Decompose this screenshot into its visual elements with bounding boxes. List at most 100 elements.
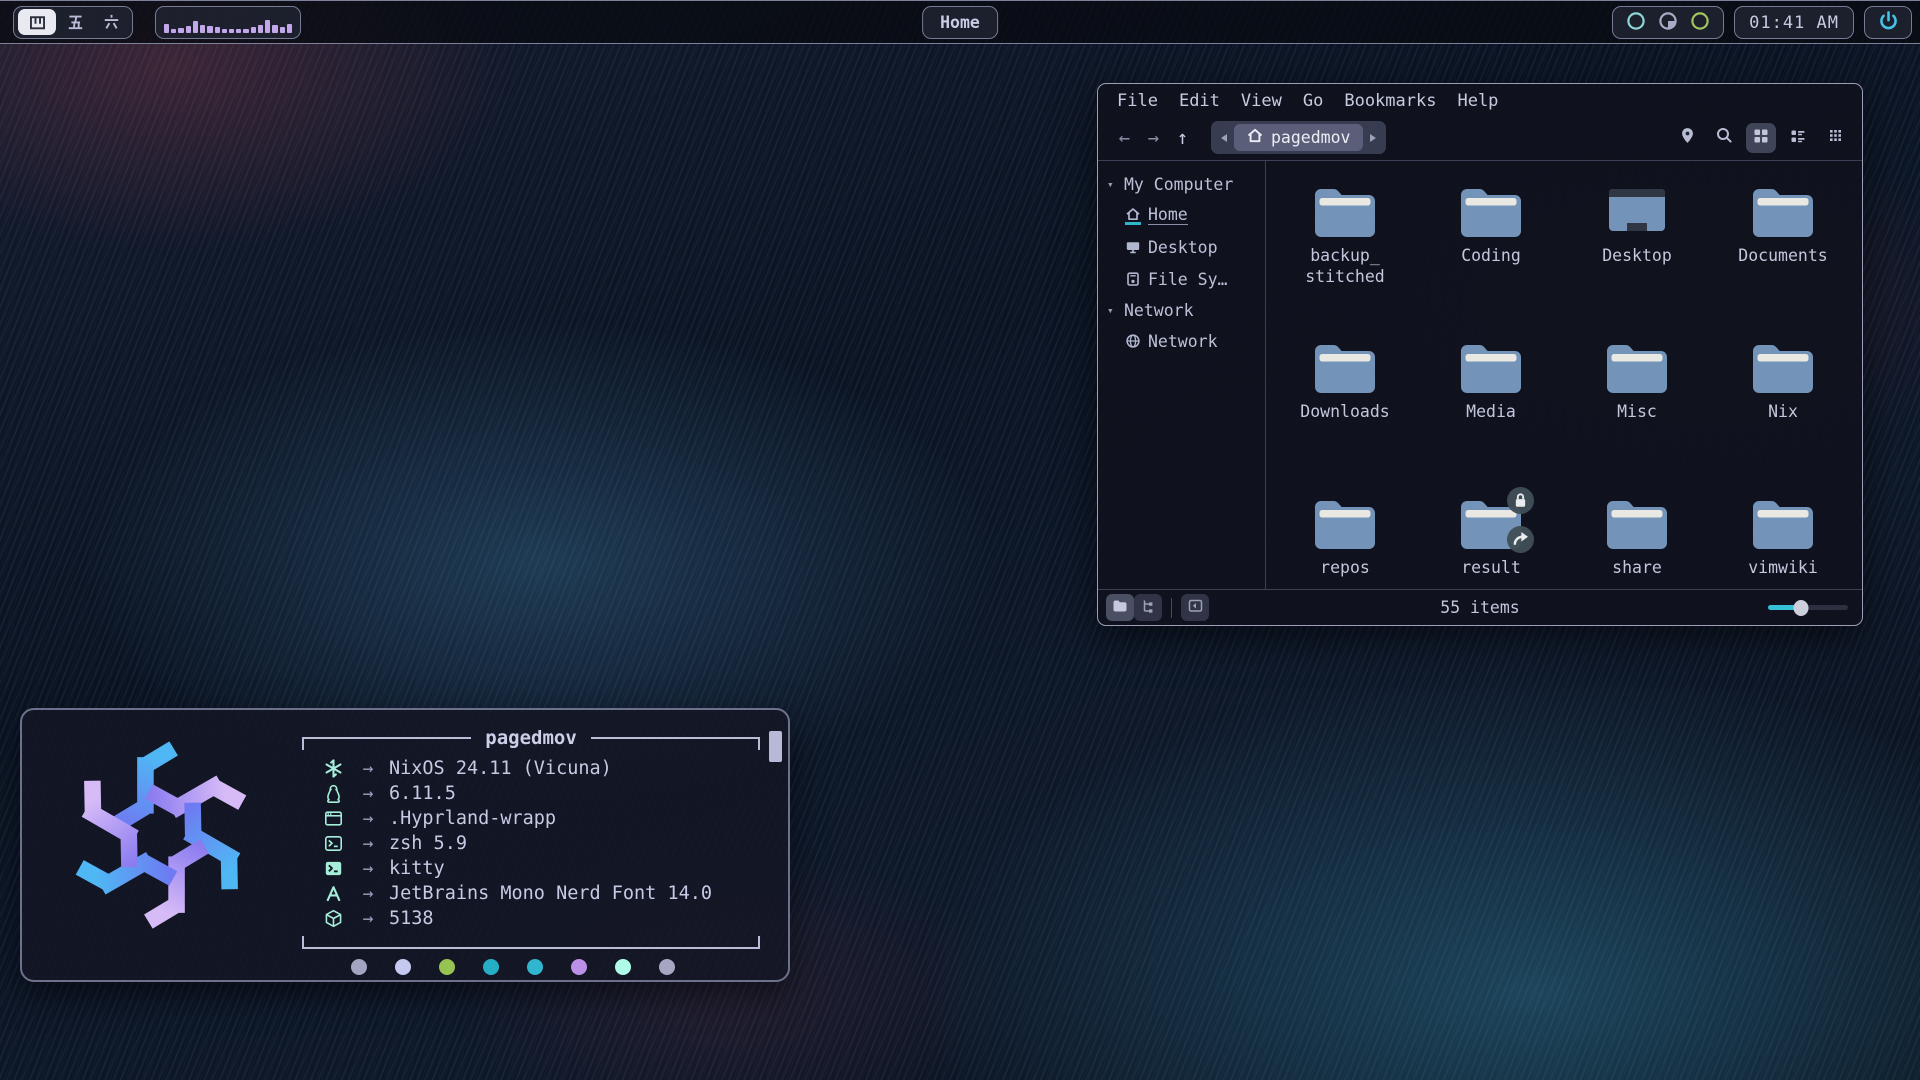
folder-icon <box>1457 183 1525 237</box>
palette-dot <box>439 959 455 975</box>
visualizer-bar <box>287 24 292 33</box>
top-bar: Home 01:41 AM <box>0 0 1920 44</box>
sidebar-item-home[interactable]: Home <box>1107 199 1265 231</box>
active-window-title-button[interactable]: Home <box>922 6 998 39</box>
fetch-hostname: pagedmov <box>471 727 591 749</box>
list-view-icon <box>1789 127 1807 149</box>
status-separator <box>1171 598 1172 618</box>
folder-label: backup_stitched <box>1305 245 1384 287</box>
folder-Downloads[interactable]: Downloads <box>1272 339 1418 495</box>
clock-time: 01:41 AM <box>1749 13 1839 33</box>
menu-go[interactable]: Go <box>1303 91 1323 112</box>
clock-widget[interactable]: 01:41 AM <box>1734 6 1854 39</box>
visualizer-bar <box>229 29 234 33</box>
power-button[interactable] <box>1864 6 1912 39</box>
chevron-down-icon: ▾ <box>1107 178 1117 191</box>
desktop-folder-icon <box>1603 183 1671 237</box>
pin-icon <box>1678 126 1697 149</box>
active-window-title: Home <box>940 13 980 32</box>
toggle-side-pane-button[interactable] <box>1181 594 1209 621</box>
fetch-row-wm: →.Hyprland-wrapp <box>320 806 760 831</box>
folder-Documents[interactable]: Documents <box>1710 183 1856 339</box>
menu-bookmarks[interactable]: Bookmarks <box>1344 91 1436 112</box>
terminal-icon <box>320 859 347 878</box>
compact-view-button[interactable] <box>1820 123 1850 153</box>
sidebar-item-desktop[interactable]: Desktop <box>1107 231 1265 263</box>
visualizer-bar <box>222 29 227 33</box>
visualizer-bar <box>171 29 176 33</box>
path-scroll-right-icon[interactable] <box>1363 124 1383 152</box>
folder-Nix[interactable]: Nix <box>1710 339 1856 495</box>
menu-file[interactable]: File <box>1117 91 1158 112</box>
visualizer-bar <box>178 28 183 33</box>
folder-Media[interactable]: Media <box>1418 339 1564 495</box>
arrow-icon: → <box>347 758 389 779</box>
location-pin-button[interactable] <box>1672 123 1702 153</box>
fetch-row-terminal: →kitty <box>320 856 760 881</box>
sidebar-section-network[interactable]: ▾Network <box>1107 295 1265 325</box>
arrow-icon: → <box>347 833 389 854</box>
status-circle-icon-3[interactable] <box>1690 11 1710 35</box>
sidebar-item-network[interactable]: Network <box>1107 325 1265 357</box>
menu-edit[interactable]: Edit <box>1179 91 1220 112</box>
folder-Desktop[interactable]: Desktop <box>1564 183 1710 339</box>
folder-icon <box>1603 495 1671 549</box>
path-scroll-left-icon[interactable] <box>1214 124 1234 152</box>
visualizer-bar <box>272 25 277 33</box>
status-circle-icon-1[interactable] <box>1626 11 1646 35</box>
fetch-row-nixos: →NixOS 24.11 (Vicuna) <box>320 756 760 781</box>
sidebar-item-label: Home <box>1148 205 1188 225</box>
folder-Misc[interactable]: Misc <box>1564 339 1710 495</box>
folder-icon <box>1311 183 1379 237</box>
workspace-button-inactive[interactable] <box>94 9 128 35</box>
palette-dot <box>351 959 367 975</box>
home-icon <box>1125 206 1141 225</box>
arrow-icon: → <box>347 908 389 929</box>
show-places-button[interactable] <box>1106 594 1134 621</box>
desktop-icon <box>1125 239 1141 255</box>
visualizer-bar <box>215 27 220 33</box>
fetch-value: zsh 5.9 <box>389 833 467 854</box>
up-button[interactable]: ↑ <box>1168 123 1197 153</box>
menu-view[interactable]: View <box>1241 91 1282 112</box>
search-icon <box>1715 126 1734 149</box>
detailed-list-view-button[interactable] <box>1783 123 1813 153</box>
status-indicators[interactable] <box>1612 6 1724 39</box>
folder-label: share <box>1612 557 1662 578</box>
search-button[interactable] <box>1709 123 1739 153</box>
zoom-slider-knob[interactable] <box>1793 600 1808 616</box>
arrow-icon: → <box>347 808 389 829</box>
palette-dot <box>395 959 411 975</box>
zoom-slider[interactable] <box>1768 605 1848 610</box>
grid-view-icon <box>1752 127 1770 149</box>
folder-icon <box>1749 495 1817 549</box>
sidebar-section-my-computer[interactable]: ▾My Computer <box>1107 169 1265 199</box>
fetch-title-row: pagedmov <box>302 725 760 751</box>
back-button[interactable]: ← <box>1110 123 1139 153</box>
folder-label: repos <box>1320 557 1370 578</box>
workspace-button-active[interactable] <box>18 9 56 35</box>
path-segment-home[interactable]: pagedmov <box>1234 124 1363 151</box>
sidebar-item-label: File Sy… <box>1148 270 1227 289</box>
filesystem-icon <box>1125 271 1141 287</box>
forward-button[interactable]: → <box>1139 123 1168 153</box>
wm-icon <box>320 809 347 828</box>
arrow-icon: → <box>347 783 389 804</box>
icon-view-button[interactable] <box>1746 123 1776 153</box>
places-folder-icon <box>1112 598 1128 617</box>
visualizer-bar <box>186 26 191 33</box>
folder-label: Documents <box>1738 245 1827 266</box>
fetch-row-shell: →zsh 5.9 <box>320 831 760 856</box>
folder-Coding[interactable]: Coding <box>1418 183 1564 339</box>
workspace-button-inactive[interactable] <box>58 9 92 35</box>
show-directory-tree-button[interactable] <box>1134 594 1162 621</box>
sidebar-item-filesy[interactable]: File Sy… <box>1107 263 1265 295</box>
fetch-value: JetBrains Mono Nerd Font 14.0 <box>389 883 712 904</box>
nixos-logo <box>54 728 268 942</box>
fetch-row-kernel: →6.11.5 <box>320 781 760 806</box>
folder-backup_stitched[interactable]: backup_stitched <box>1272 183 1418 339</box>
workspace-switcher <box>13 6 133 39</box>
menu-help[interactable]: Help <box>1457 91 1498 112</box>
fastfetch-output: pagedmov →NixOS 24.11 (Vicuna)→6.11.5→.H… <box>302 725 760 961</box>
status-circle-icon-2[interactable] <box>1658 11 1678 35</box>
